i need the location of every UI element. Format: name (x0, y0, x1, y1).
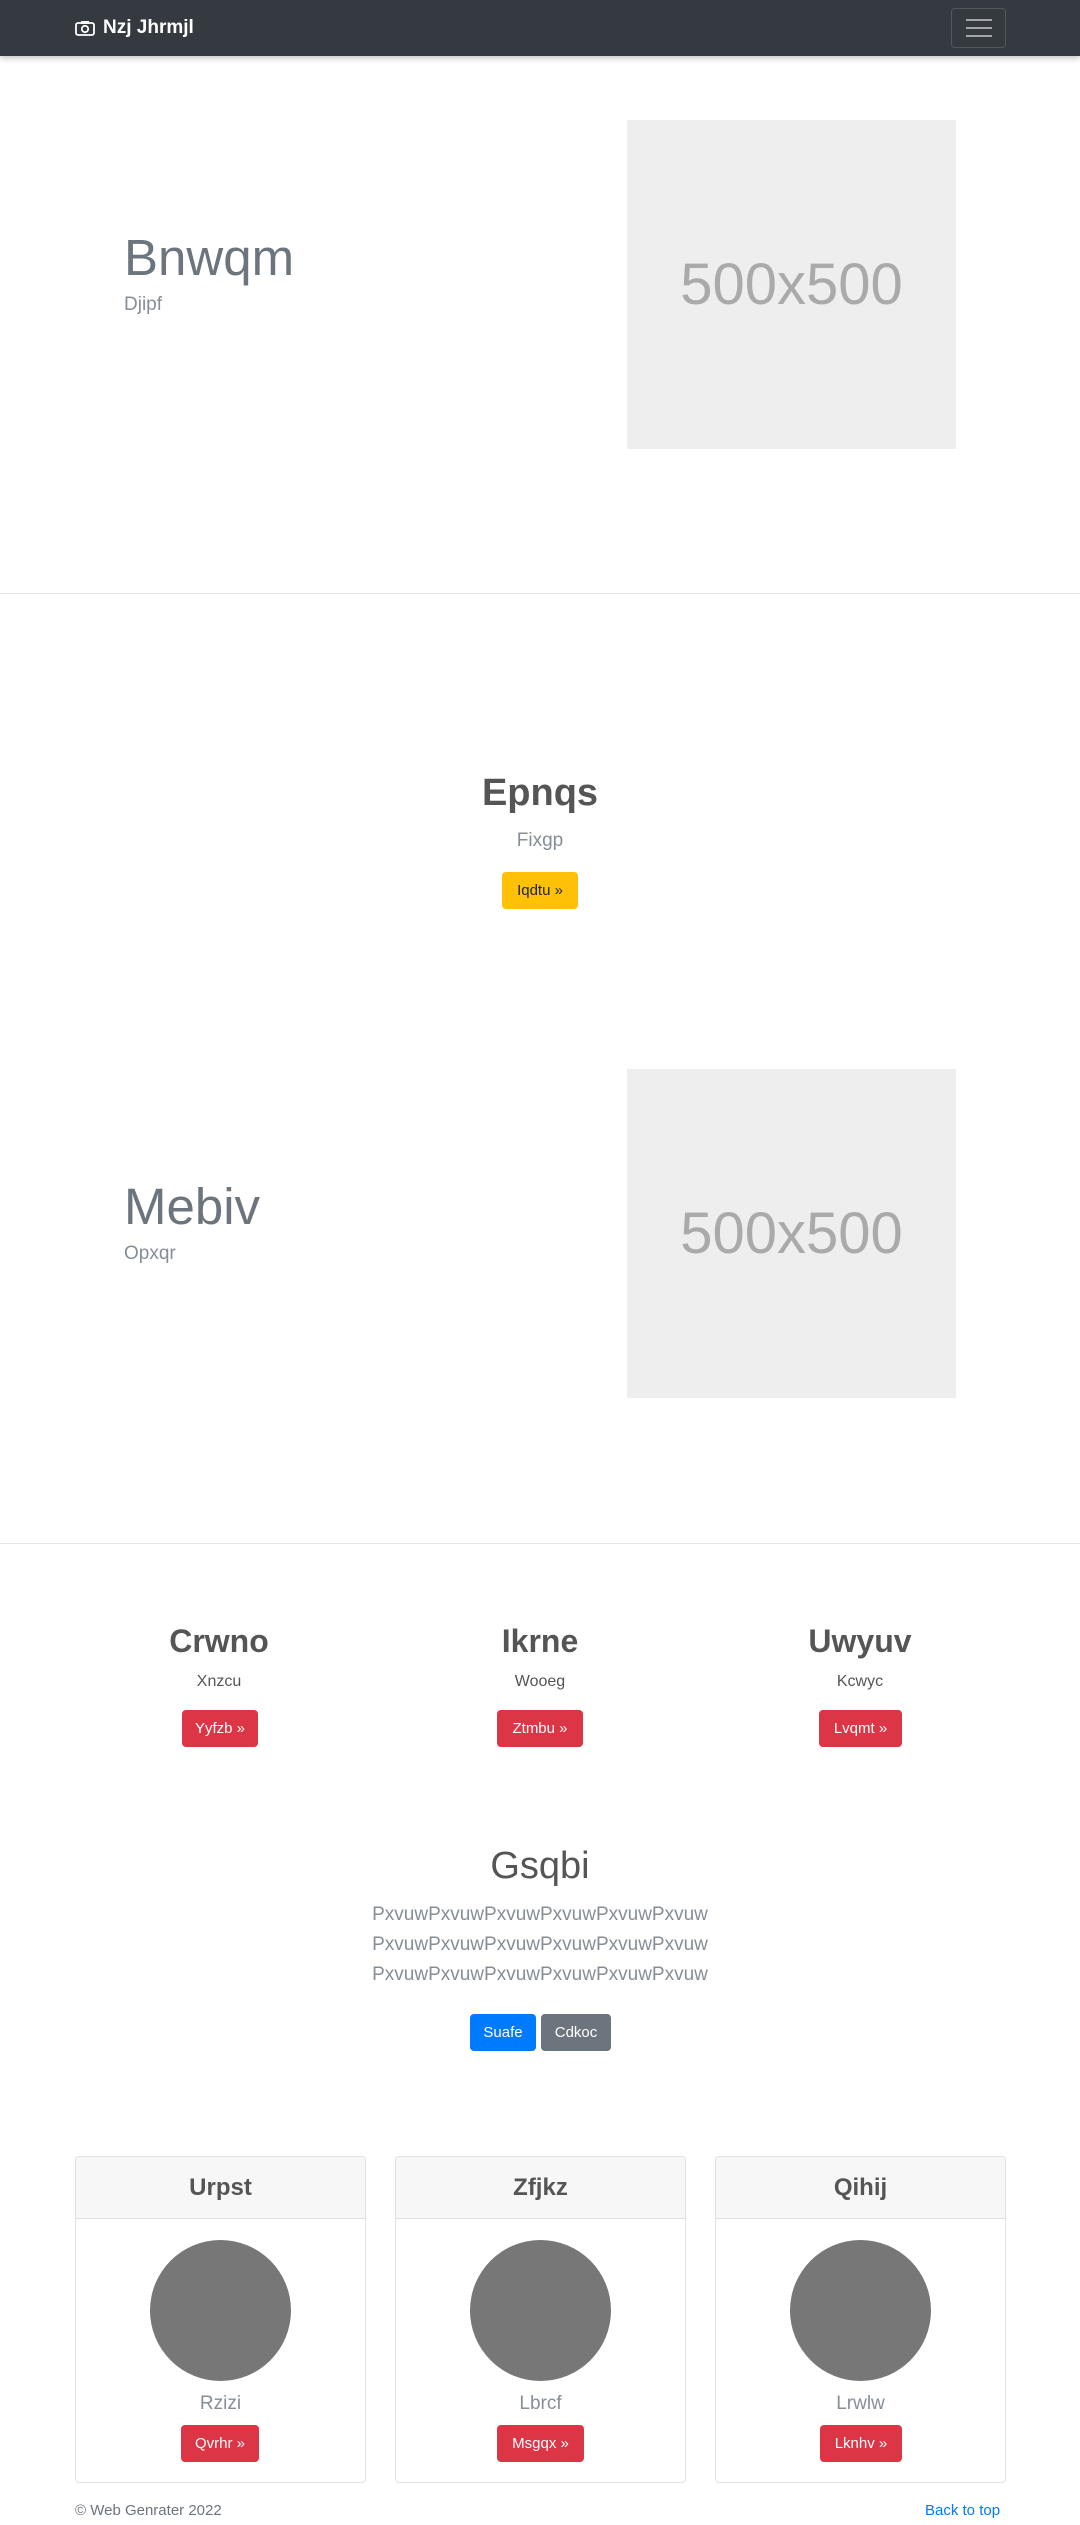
lead-text-line: PxvuwPxvuwPxvuwPxvuwPxvuwPxvuw (372, 1934, 708, 1955)
card-subtitle: Rzizi (199, 2393, 242, 2414)
back-to-top-link[interactable]: Back to top (925, 2502, 1000, 2519)
hamburger-icon-bar (965, 27, 992, 29)
camera-icon (75, 21, 95, 36)
card-subtitle: Lbrcf (519, 2393, 562, 2414)
placeholder-image: 500x500 (627, 120, 956, 449)
column-button[interactable]: Yyfzb » (182, 1710, 258, 1747)
lead-text-line: PxvuwPxvuwPxvuwPxvuwPxvuwPxvuw (372, 1904, 708, 1925)
placeholder-image: 500x500 (627, 1069, 956, 1398)
card-button[interactable]: Lknhv » (820, 2425, 902, 2462)
brand-link[interactable]: Nzj Jhrmjl (75, 0, 194, 56)
card-header: Urpst (76, 2157, 365, 2219)
hero-title: Mebiv (124, 1178, 261, 1235)
column-title: Crwno (169, 1623, 269, 1659)
navbar: Nzj Jhrmjl (0, 0, 1080, 56)
column-subtitle: Xnzcu (196, 1673, 242, 1690)
avatar (790, 2240, 931, 2381)
placeholder-label: 500x500 (680, 252, 903, 317)
lead-title: Gsqbi (490, 1845, 590, 1887)
hero-title: Bnwqm (124, 229, 295, 286)
card-header: Zfjkz (396, 2157, 685, 2219)
avatar (150, 2240, 291, 2381)
footer-copyright: © Web Genrater 2022 (75, 2502, 222, 2519)
hero-subtitle: Djipf (124, 294, 163, 315)
lead-text-line: PxvuwPxvuwPxvuwPxvuwPxvuwPxvuw (372, 1964, 708, 1985)
card-header: Qihij (716, 2157, 1005, 2219)
section-divider (0, 1543, 1080, 1544)
placeholder-label: 500x500 (680, 1201, 903, 1266)
card: Zfjkz Lbrcf Msgqx » (395, 2156, 686, 2483)
brand-name: Nzj Jhrmjl (103, 17, 194, 38)
column-button[interactable]: Ztmbu » (497, 1710, 583, 1747)
hamburger-icon-bar (965, 19, 992, 21)
primary-button[interactable]: Suafe (470, 2014, 536, 2051)
column-subtitle: Wooeg (514, 1673, 566, 1690)
card-button[interactable]: Qvrhr » (181, 2425, 259, 2462)
card-subtitle: Lrwlw (836, 2393, 885, 2414)
section-title: Epnqs (481, 772, 599, 814)
column-button[interactable]: Lvqmt » (819, 1710, 902, 1747)
card-button[interactable]: Msgqx » (497, 2425, 584, 2462)
section-subtitle: Fixgp (516, 830, 564, 851)
secondary-button[interactable]: Cdkoc (541, 2014, 611, 2051)
hamburger-icon-bar (965, 35, 992, 37)
card: Urpst Rzizi Qvrhr » (75, 2156, 366, 2483)
card: Qihij Lrwlw Lknhv » (715, 2156, 1006, 2483)
column-title: Uwyuv (808, 1623, 912, 1659)
hero-subtitle: Opxqr (124, 1243, 176, 1264)
navbar-toggler-button[interactable] (951, 8, 1006, 48)
section-divider (0, 593, 1080, 594)
section-action-button[interactable]: Iqdtu » (502, 872, 578, 909)
avatar (470, 2240, 611, 2381)
column-title: Ikrne (501, 1623, 579, 1659)
column-subtitle: Kcwyc (836, 1673, 884, 1690)
